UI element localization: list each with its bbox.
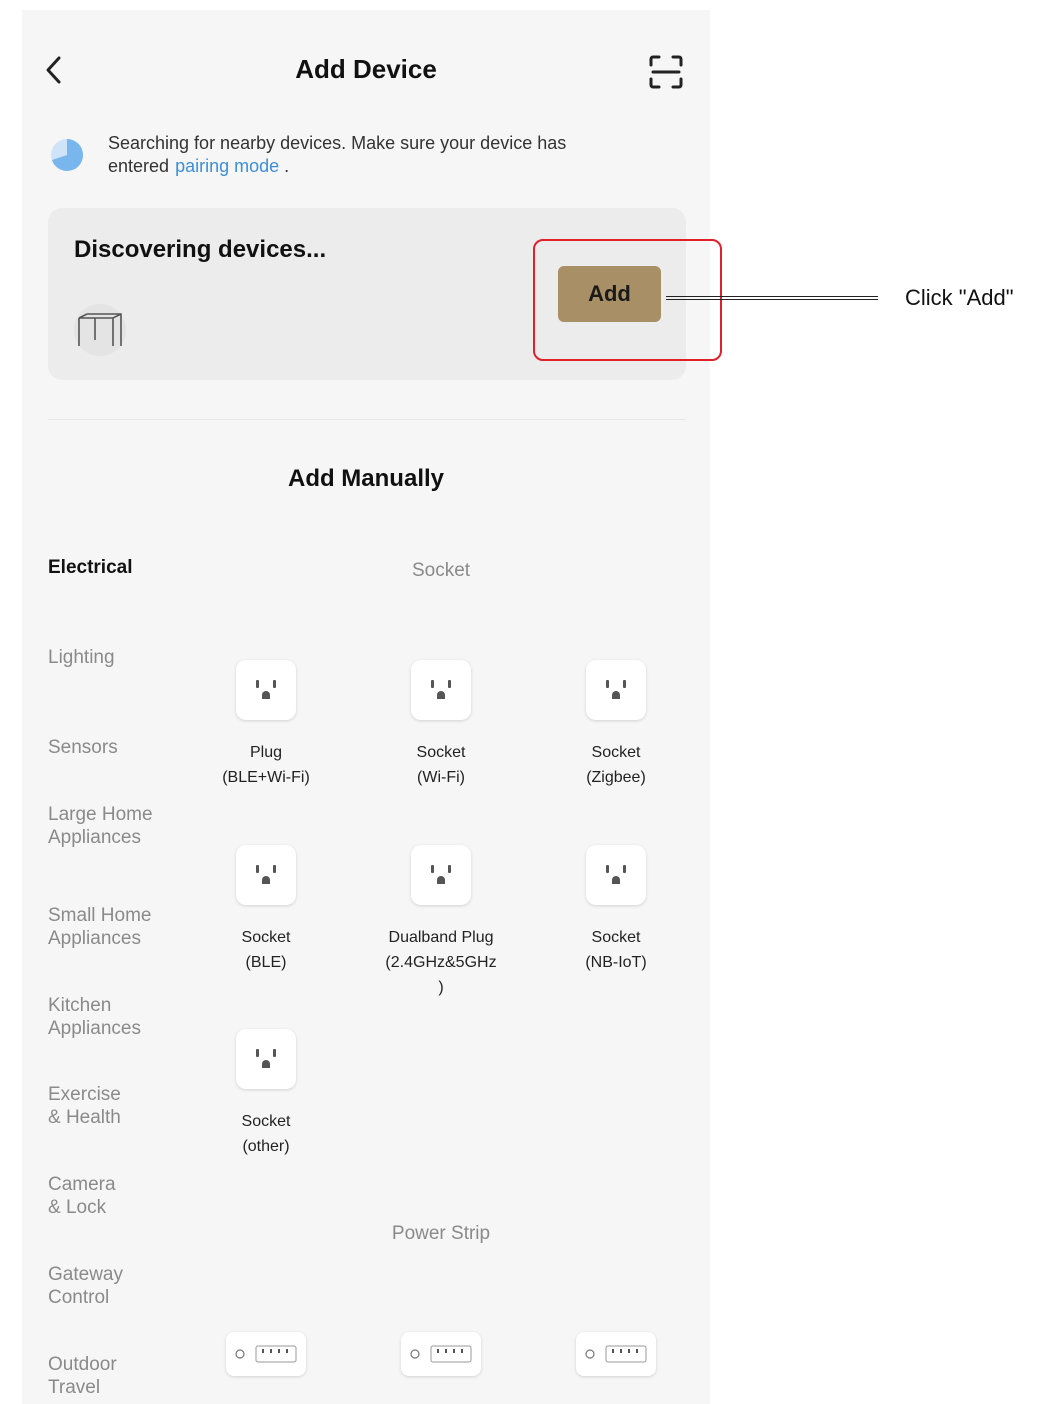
tile-label-line2: (2.4GHz&5GHz — [385, 954, 497, 971]
category-outdoor-travel[interactable]: Outdoor Travel — [48, 1353, 138, 1399]
power-strip-icon — [410, 1345, 472, 1363]
device-tile-power-strip[interactable] — [576, 1332, 656, 1376]
search-notice: Searching for nearby devices. Make sure … — [108, 132, 668, 178]
tile-label-line1: Dualband Plug — [388, 929, 494, 946]
device-tile-socket-other[interactable]: Socket (other) — [186, 1029, 346, 1159]
category-gateway-control[interactable]: Gateway Control — [48, 1263, 138, 1309]
socket-icon — [236, 660, 296, 720]
socket-icon — [586, 845, 646, 905]
category-electrical[interactable]: Electrical — [48, 556, 188, 579]
discovered-device-thumbnail — [74, 304, 126, 356]
socket-icon — [411, 660, 471, 720]
tile-label-line2: (BLE+Wi-Fi) — [222, 769, 310, 786]
pairing-mode-link[interactable]: pairing mode — [175, 156, 279, 176]
tile-label-line3: ) — [438, 979, 444, 996]
device-tile-dualband-plug[interactable]: Dualband Plug (2.4GHz&5GHz) — [361, 845, 521, 1000]
tile-label-line1: Socket — [416, 744, 466, 761]
tile-label-line2: (Wi-Fi) — [417, 769, 465, 786]
socket-icon — [586, 660, 646, 720]
add-button-highlight — [533, 239, 722, 361]
tile-label-line2: (other) — [242, 1138, 290, 1155]
tile-label-line1: Socket — [591, 929, 641, 946]
scan-icon — [649, 55, 683, 89]
socket-icon — [236, 845, 296, 905]
device-outline-icon — [78, 313, 122, 346]
device-tile-power-strip[interactable] — [401, 1332, 481, 1376]
discovering-title: Discovering devices... — [74, 236, 327, 263]
device-tile-socket-wifi[interactable]: Socket (Wi-Fi) — [361, 660, 521, 790]
section-title-socket: Socket — [411, 560, 471, 581]
callout-line — [666, 296, 878, 300]
divider — [48, 419, 686, 420]
category-camera-lock[interactable]: Camera & Lock — [48, 1173, 128, 1219]
socket-icon — [411, 845, 471, 905]
category-exercise-health[interactable]: Exercise & Health — [48, 1083, 138, 1129]
tile-label-line1: Plug — [249, 744, 283, 761]
category-lighting[interactable]: Lighting — [48, 646, 188, 669]
tile-label-line1: Socket — [241, 929, 291, 946]
page-title: Add Device — [295, 54, 437, 84]
section-title-power-strip: Power Strip — [391, 1223, 491, 1244]
tile-label-line2: (NB-IoT) — [585, 954, 647, 971]
scan-button[interactable] — [648, 54, 684, 90]
phone-screen: Add Device Searching for nearby devices.… — [22, 10, 710, 1404]
category-small-home-appliances[interactable]: Small Home Appliances — [48, 904, 173, 950]
tile-label-line2: (Zigbee) — [586, 769, 646, 786]
category-kitchen-appliances[interactable]: Kitchen Appliances — [48, 994, 158, 1040]
callout-label: Click "Add" — [905, 285, 1014, 310]
device-tile-socket-nb-iot[interactable]: Socket (NB-IoT) — [536, 845, 696, 975]
device-tile-socket-zigbee[interactable]: Socket (Zigbee) — [536, 660, 696, 790]
tile-label-line1: Socket — [591, 744, 641, 761]
socket-icon — [236, 1029, 296, 1089]
device-tile-power-strip[interactable] — [226, 1332, 306, 1376]
power-strip-icon — [235, 1345, 297, 1363]
category-sensors[interactable]: Sensors — [48, 736, 188, 759]
device-tile-socket-ble[interactable]: Socket (BLE) — [186, 845, 346, 975]
device-tile-plug-ble-wifi[interactable]: Plug (BLE+Wi-Fi) — [186, 660, 346, 790]
power-strip-icon — [585, 1345, 647, 1363]
search-notice-suffix: . — [284, 156, 290, 176]
searching-spinner-icon — [50, 138, 84, 172]
tile-label-line1: Socket — [241, 1113, 291, 1130]
add-manually-title: Add Manually — [287, 465, 444, 492]
category-large-home-appliances[interactable]: Large Home Appliances — [48, 803, 158, 849]
tile-label-line2: (BLE) — [245, 954, 287, 971]
